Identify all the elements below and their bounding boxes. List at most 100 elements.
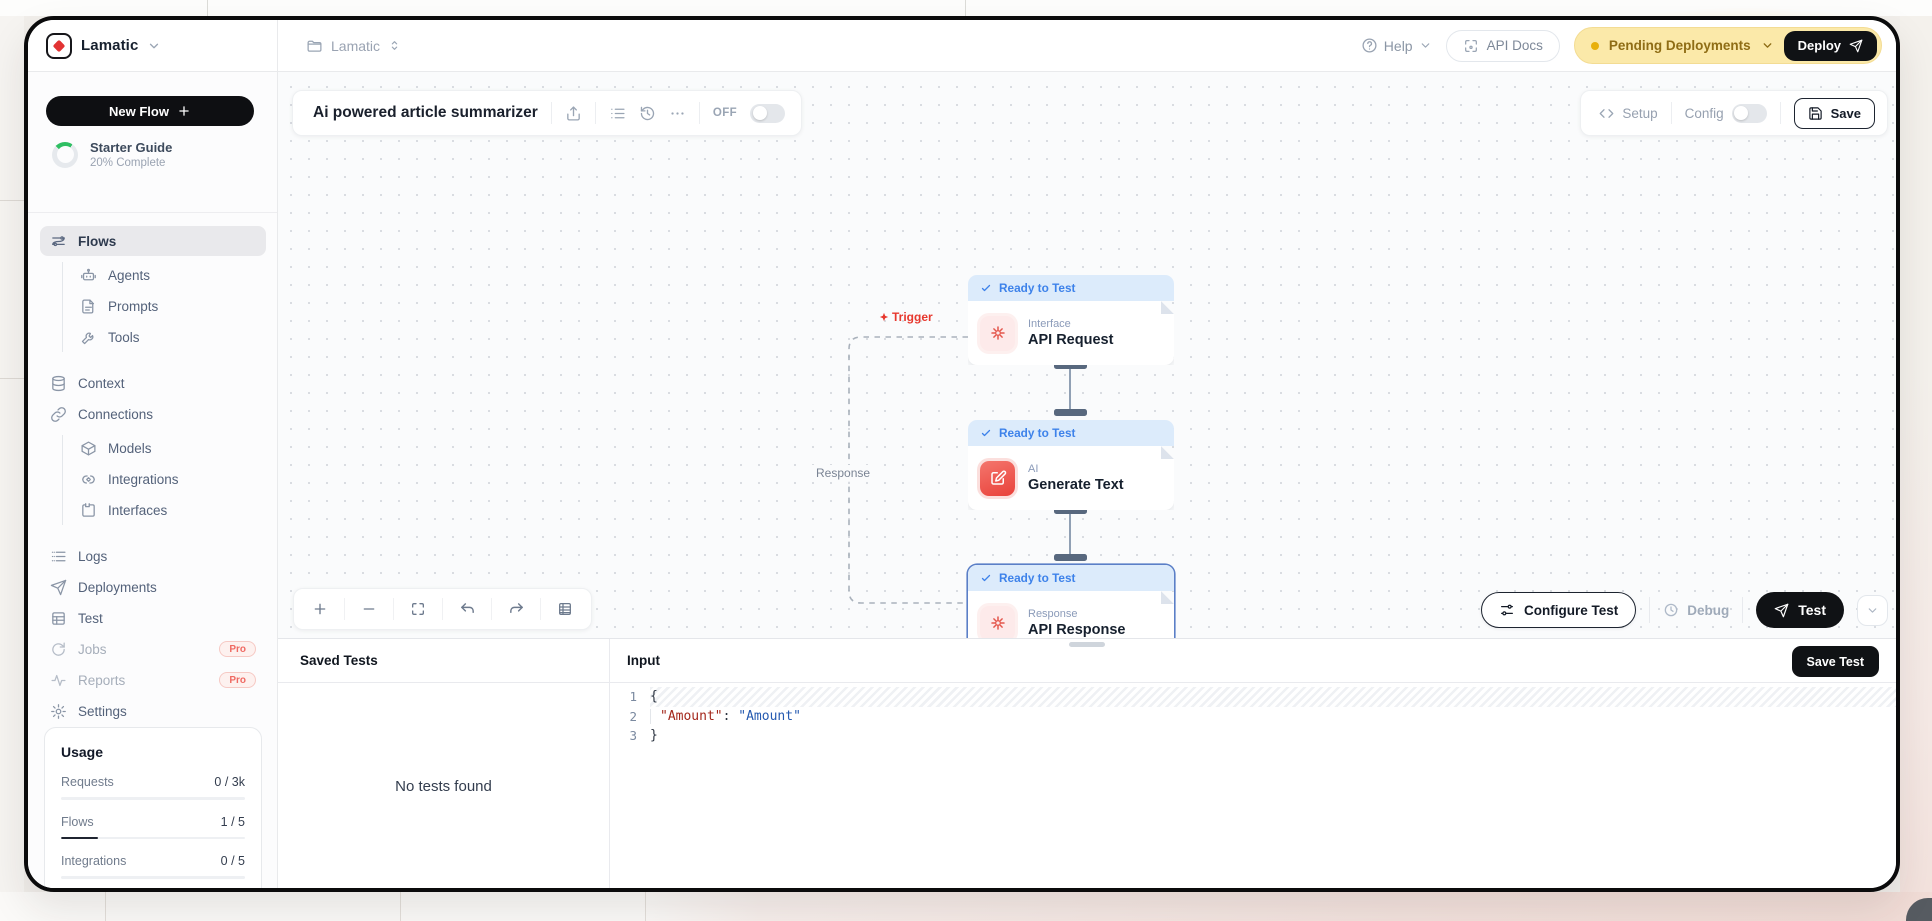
sidebar-item-deployments[interactable]: Deployments — [40, 572, 266, 602]
jobs-icon — [50, 641, 67, 658]
app-window: Lamatic Lamatic Help — [24, 16, 1900, 892]
divider — [393, 598, 394, 620]
code-line[interactable]: 3 } — [610, 726, 1896, 746]
sidebar-item-context[interactable]: Context — [40, 368, 266, 398]
usage-row-integrations: Integrations 0 / 5 — [61, 854, 245, 879]
sidebar-item-models[interactable]: Models — [40, 433, 266, 463]
config-toggle-group[interactable]: Config — [1685, 104, 1767, 123]
node-title: API Response — [1028, 622, 1126, 638]
pending-deployments-button[interactable]: Pending Deployments Deploy — [1574, 27, 1882, 64]
api-docs-icon — [1463, 38, 1479, 54]
minimap-button[interactable] — [545, 592, 585, 626]
deploy-label: Deploy — [1798, 38, 1841, 53]
background-hairline — [105, 892, 106, 921]
setup-button[interactable]: Setup — [1599, 106, 1657, 121]
undo-button[interactable] — [447, 592, 487, 626]
flow-enable-toggle[interactable] — [750, 104, 785, 123]
node-card[interactable]: AI Generate Text — [968, 446, 1174, 510]
brand-zone[interactable]: Lamatic — [28, 20, 278, 71]
sidebar-item-settings[interactable]: Settings — [40, 696, 266, 726]
sidebar-item-label: Settings — [78, 704, 127, 719]
code-line[interactable]: 1 { — [610, 687, 1896, 707]
api-docs-button[interactable]: API Docs — [1446, 30, 1560, 62]
tools-icon — [80, 329, 97, 346]
node-api-response[interactable]: Ready to Test Response API Response — [968, 565, 1174, 638]
test-controls: Configure Test Debug Test — [1481, 592, 1888, 628]
node-card[interactable]: Interface API Request — [968, 301, 1174, 365]
card-fold — [1161, 591, 1174, 604]
test-panel: Saved Tests Input Save Test No tests fou… — [278, 638, 1896, 888]
fit-view-button[interactable] — [398, 592, 438, 626]
more-options-icon[interactable] — [669, 105, 686, 122]
sidebar-item-interfaces[interactable]: Interfaces — [40, 495, 266, 525]
sidebar-item-flows[interactable]: Flows — [40, 226, 266, 256]
test-button[interactable]: Test — [1756, 592, 1844, 628]
zoom-in-button[interactable] — [300, 592, 340, 626]
saved-tests-heading: Saved Tests — [300, 653, 378, 668]
clock-icon — [1663, 602, 1679, 618]
sidebar-item-tools[interactable]: Tools — [40, 322, 266, 352]
background-hairline — [645, 892, 646, 921]
node-title: API Request — [1028, 332, 1113, 348]
sidebar-item-reports[interactable]: Reports Pro — [40, 665, 266, 695]
share-icon[interactable] — [565, 105, 582, 122]
sidebar-item-label: Logs — [78, 549, 107, 564]
target-handle[interactable] — [1054, 554, 1087, 561]
usage-row-flows: Flows 1 / 5 — [61, 815, 245, 840]
api-docs-label: API Docs — [1487, 38, 1543, 53]
code-line[interactable]: 2 "Amount": "Amount" — [610, 707, 1896, 727]
debug-button[interactable]: Debug — [1663, 602, 1729, 618]
configure-test-label: Configure Test — [1524, 603, 1618, 618]
pro-badge: Pro — [219, 641, 256, 657]
pro-badge: Pro — [219, 672, 256, 688]
node-generate-text[interactable]: Ready to Test AI Generate Text — [968, 420, 1174, 510]
sidebar-item-logs[interactable]: Logs — [40, 541, 266, 571]
test-options-button[interactable] — [1857, 595, 1888, 626]
zoom-out-button[interactable] — [349, 592, 389, 626]
configure-test-button[interactable]: Configure Test — [1481, 592, 1636, 628]
sidebar-item-label: Interfaces — [108, 503, 167, 518]
code-token-value: "Amount" — [738, 709, 801, 724]
input-json-editor[interactable]: 1 { 2 "Amount": "Amount" 3 } — [610, 687, 1896, 888]
chevron-down-icon[interactable] — [147, 39, 161, 53]
node-card[interactable]: Response API Response — [968, 591, 1174, 638]
code-token: } — [650, 728, 658, 743]
target-handle[interactable] — [1054, 409, 1087, 416]
background-hairline — [965, 0, 966, 16]
divider — [1742, 597, 1743, 623]
node-api-request[interactable]: Ready to Test Interface API Request — [968, 275, 1174, 365]
check-icon — [980, 427, 992, 439]
gear-icon — [50, 703, 67, 720]
top-bar-main: Lamatic Help — [278, 20, 1896, 71]
redo-button[interactable] — [496, 592, 536, 626]
deploy-button[interactable]: Deploy — [1784, 31, 1877, 61]
interface-node-icon — [980, 316, 1015, 351]
sidebar-item-test[interactable]: Test — [40, 603, 266, 633]
config-toggle[interactable] — [1732, 104, 1767, 123]
flow-canvas[interactable]: Ready to Test Interface API Request — [278, 72, 1896, 638]
usage-value: 0 / 3k — [214, 775, 245, 789]
divider — [1780, 102, 1781, 124]
sidebar-item-jobs[interactable]: Jobs Pro — [40, 634, 266, 664]
history-icon[interactable] — [639, 105, 656, 122]
help-menu[interactable]: Help — [1361, 37, 1432, 54]
node-status: Ready to Test — [999, 571, 1075, 585]
sidebar-item-agents[interactable]: Agents — [40, 260, 266, 290]
divider — [491, 598, 492, 620]
sidebar-item-prompts[interactable]: Prompts — [40, 291, 266, 321]
usage-row-requests: Requests 0 / 3k — [61, 775, 245, 800]
breadcrumb[interactable]: Lamatic — [306, 37, 401, 54]
background-bottom-band — [0, 892, 1932, 921]
node-category: Response — [1028, 608, 1126, 620]
save-button[interactable]: Save — [1794, 98, 1875, 129]
save-test-button[interactable]: Save Test — [1792, 646, 1879, 677]
config-label: Config — [1685, 106, 1724, 121]
starter-guide[interactable]: Starter Guide 20% Complete — [52, 140, 172, 169]
usage-progress-bar — [61, 797, 245, 800]
new-flow-button[interactable]: New Flow — [46, 96, 254, 126]
sidebar-item-integrations[interactable]: Integrations — [40, 464, 266, 494]
sidebar-item-connections[interactable]: Connections — [40, 399, 266, 429]
queue-list-icon[interactable] — [609, 105, 626, 122]
unfold-icon[interactable] — [388, 39, 401, 52]
prompts-icon — [80, 298, 97, 315]
